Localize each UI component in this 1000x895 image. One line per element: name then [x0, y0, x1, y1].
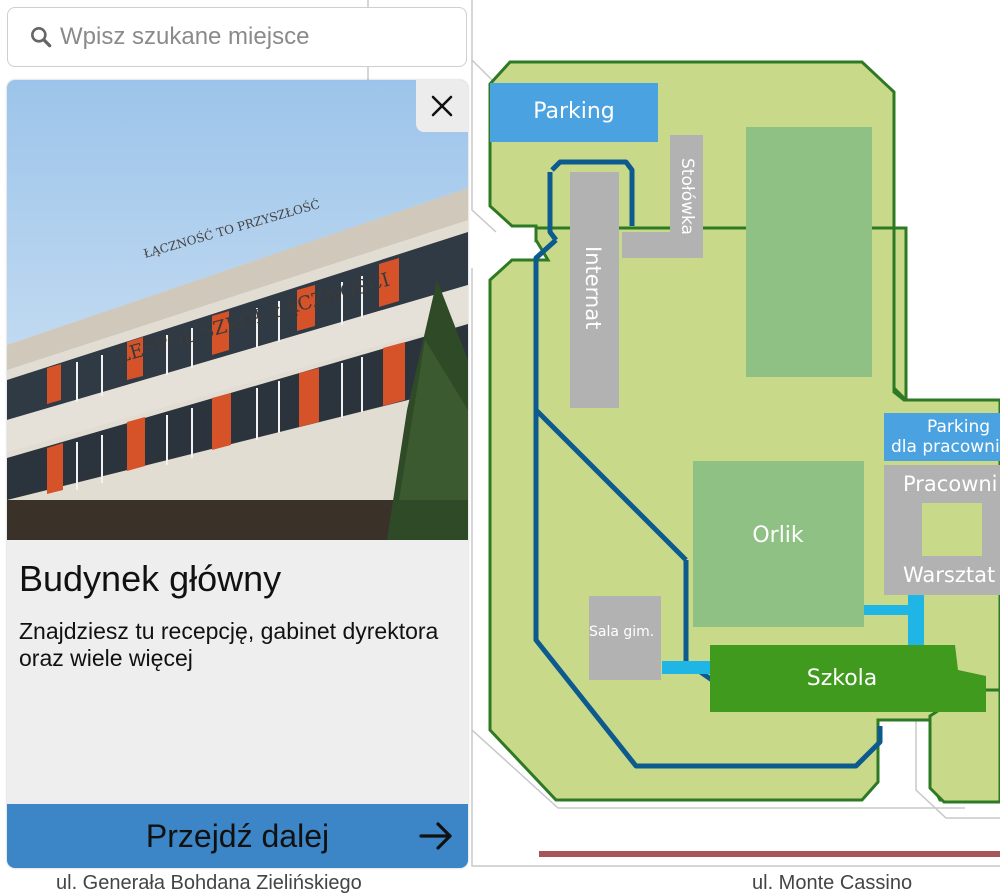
search-input[interactable]	[60, 23, 466, 51]
parking-staff-label-2: dla pracowni	[891, 437, 1000, 457]
orlik-label: Orlik	[752, 523, 804, 548]
szkola-label: Szkola	[807, 666, 878, 691]
parking-label: Parking	[533, 99, 615, 124]
internat-label: Internat	[581, 246, 605, 329]
place-info-card: ŁĄCZNOŚĆ TO PRZYSZŁOŚĆ ZESPÓŁ SZKÓŁ ŁĄCZ…	[7, 80, 468, 868]
close-button[interactable]	[416, 80, 468, 132]
path-connector-gym	[662, 661, 714, 674]
road-line	[539, 851, 1000, 857]
building-photo: ŁĄCZNOŚĆ TO PRZYSZŁOŚĆ ZESPÓŁ SZKÓŁ ŁĄCZ…	[7, 80, 468, 540]
parking-staff-label-1: Parking	[927, 417, 990, 437]
place-title: Budynek główny	[19, 558, 282, 599]
continue-button[interactable]: Przejdź dalej	[7, 804, 468, 868]
search-bar[interactable]	[7, 7, 467, 67]
continue-button-label: Przejdź dalej	[145, 817, 330, 854]
path-connector-workshop	[908, 595, 924, 648]
stolowka-label: Stołówka	[677, 158, 697, 235]
arrow-right-icon	[419, 822, 452, 850]
place-description: Znajdziesz tu recepcję, gabinet dyrektor…	[19, 618, 439, 671]
search-icon	[31, 27, 52, 48]
sala-gim-label: Sala gim.	[589, 624, 654, 640]
path-connector-orlik	[864, 605, 908, 615]
warsztaty-label: Warsztat	[903, 563, 995, 587]
close-icon	[431, 95, 453, 117]
sports-field-north	[746, 127, 872, 377]
pracownie-label: Pracowni	[903, 472, 998, 496]
